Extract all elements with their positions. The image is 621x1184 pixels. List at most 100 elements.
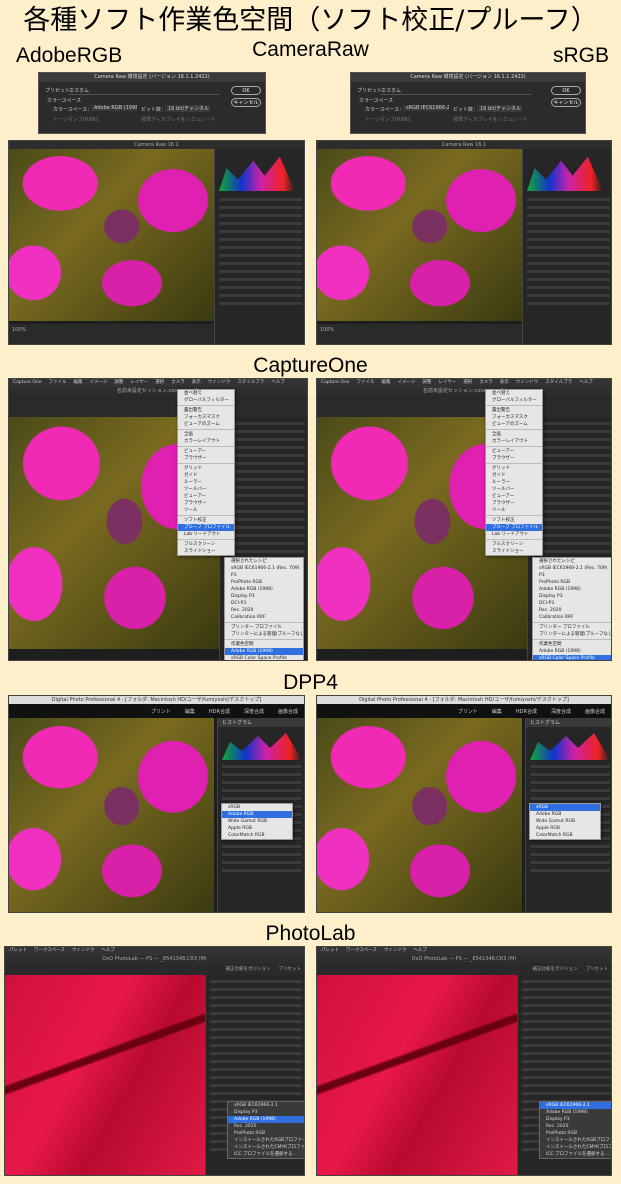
menu-item[interactable]: スライドショー xyxy=(486,548,542,555)
menu-8[interactable]: 表示 xyxy=(500,380,509,385)
tool-row[interactable] xyxy=(532,542,611,545)
correction-row[interactable] xyxy=(210,1076,302,1079)
menu-item[interactable]: プルーフ プロファイル xyxy=(486,524,542,531)
correction-row[interactable] xyxy=(522,1020,611,1023)
menu-11[interactable]: ヘルプ xyxy=(579,380,593,385)
menu-item[interactable]: プルーフ プロファイル xyxy=(178,524,234,531)
simulate-checkbox[interactable]: 標準ディスプレイをシミュレート xyxy=(453,116,528,123)
correction-row[interactable] xyxy=(210,1084,302,1087)
submenu-item[interactable]: Display P3 xyxy=(533,593,611,600)
tool-row[interactable] xyxy=(224,430,305,433)
submenu-item[interactable]: P3 xyxy=(225,572,303,579)
submenu-item[interactable]: ProPhoto RGB xyxy=(225,579,303,586)
menu-0[interactable]: パレット xyxy=(321,948,339,953)
menu-11[interactable]: ヘルプ xyxy=(271,380,285,385)
menu-2[interactable]: ウインドウ xyxy=(72,948,95,953)
menu-5[interactable]: レイヤー xyxy=(438,380,456,385)
submenu-item[interactable]: Display P3 xyxy=(225,593,303,600)
submenu-item[interactable]: Adobe RGB (1998) xyxy=(533,586,611,593)
toolbar-button[interactable]: 補正比較をポジション xyxy=(533,966,578,972)
submenu-item[interactable]: プリンターによる管理(プルーフなし) xyxy=(533,631,611,638)
tool-row[interactable] xyxy=(224,486,305,489)
correction-row[interactable] xyxy=(210,1012,302,1015)
setting-row[interactable] xyxy=(530,765,610,768)
tool-row[interactable] xyxy=(224,542,305,545)
setting-row[interactable] xyxy=(530,853,610,856)
menu-item[interactable]: フルスクリーン xyxy=(178,541,234,548)
tool-row[interactable] xyxy=(224,510,305,513)
slider-row[interactable] xyxy=(219,214,302,217)
tool-row[interactable] xyxy=(224,526,305,529)
colorspace-select[interactable]: sRGB IEC61966-2.1 xyxy=(403,105,449,111)
setting-row[interactable] xyxy=(222,797,302,800)
menu-4[interactable]: 調整 xyxy=(422,380,431,385)
tool-row[interactable] xyxy=(532,462,611,465)
tool-row[interactable] xyxy=(224,446,305,449)
tool-row[interactable] xyxy=(532,534,611,537)
tool-row[interactable] xyxy=(224,494,305,497)
toolbar-button[interactable]: 画像合成 xyxy=(585,708,605,715)
menu-item[interactable]: フルスクリーン xyxy=(486,541,542,548)
correction-row[interactable] xyxy=(210,1068,302,1071)
toolbar-button[interactable]: 深度合成 xyxy=(244,708,264,715)
submenu-item[interactable]: 選択されたレシピ xyxy=(225,558,303,565)
menu-item[interactable]: ビューアー xyxy=(178,493,234,500)
setting-row[interactable] xyxy=(222,845,302,848)
setting-row[interactable] xyxy=(530,789,610,792)
menu-item[interactable]: 全画 xyxy=(178,431,234,438)
tool-row[interactable] xyxy=(224,518,305,521)
slider-row[interactable] xyxy=(219,254,302,257)
slider-row[interactable] xyxy=(527,206,610,209)
slider-row[interactable] xyxy=(527,198,610,201)
dropdown-option[interactable]: Adobe RGB (1998) xyxy=(228,1116,304,1123)
tool-row[interactable] xyxy=(224,470,305,473)
correction-row[interactable] xyxy=(210,996,302,999)
dropdown-option[interactable]: sRGB xyxy=(222,804,292,811)
menu-7[interactable]: カメラ xyxy=(479,380,493,385)
slider-row[interactable] xyxy=(527,222,610,225)
dropdown-option[interactable]: ColorMatch RGB xyxy=(530,832,600,839)
setting-row[interactable] xyxy=(222,853,302,856)
slider-row[interactable] xyxy=(527,246,610,249)
menu-item[interactable]: カラーレイアウト xyxy=(486,438,542,445)
toolbar-button[interactable]: プリセット xyxy=(586,966,609,972)
menu-10[interactable]: スタイルブラ xyxy=(237,380,264,385)
menu-item[interactable]: ルーラー xyxy=(178,479,234,486)
menu-6[interactable]: 選択 xyxy=(155,380,164,385)
dropdown-option[interactable]: インストールされたRGBプロファイル xyxy=(540,1137,611,1144)
preset-select[interactable]: カスタム xyxy=(69,87,219,95)
dropdown-option[interactable]: インストールされたCMYKプロファイル xyxy=(228,1144,304,1151)
slider-row[interactable] xyxy=(527,238,610,241)
tool-row[interactable] xyxy=(532,526,611,529)
slider-row[interactable] xyxy=(219,198,302,201)
toolbar-button[interactable]: HDR合成 xyxy=(516,708,537,715)
slider-row[interactable] xyxy=(219,270,302,273)
menu-7[interactable]: カメラ xyxy=(171,380,185,385)
menu-item[interactable]: ツールバー xyxy=(178,486,234,493)
setting-row[interactable] xyxy=(530,773,610,776)
submenu-item[interactable]: Calibration RRF xyxy=(533,614,611,621)
tool-row[interactable] xyxy=(532,446,611,449)
correction-row[interactable] xyxy=(522,1004,611,1007)
submenu-item[interactable]: プリンターによる管理(プルーフなし) xyxy=(225,631,303,638)
cancel-button[interactable]: キャンセル xyxy=(551,98,581,107)
menu-item[interactable]: ビューアのズーム xyxy=(178,421,234,428)
dropdown-option[interactable]: sRGB IEC61966-2.1 xyxy=(228,1102,304,1109)
menu-item[interactable]: ビューアのズーム xyxy=(486,421,542,428)
toolbar-button[interactable]: 画像合成 xyxy=(278,708,298,715)
slider-row[interactable] xyxy=(219,294,302,297)
menu-9[interactable]: ウインドウ xyxy=(516,380,539,385)
dropdown-option[interactable]: ProPhoto RGB xyxy=(228,1130,304,1137)
submenu-item[interactable]: Adobe RGB (1998) xyxy=(225,648,303,655)
submenu-item[interactable]: 作業色空間 xyxy=(533,641,611,648)
setting-row[interactable] xyxy=(222,773,302,776)
tool-row[interactable] xyxy=(224,550,305,553)
submenu-item[interactable]: sRGB IEC61966-2.1 (Rec. 709) xyxy=(533,565,611,572)
dropdown-option[interactable]: Adobe RGB xyxy=(530,811,600,818)
toolbar-button[interactable]: HDR合成 xyxy=(209,708,230,715)
submenu-item[interactable]: Rec. 2020 xyxy=(533,607,611,614)
dropdown-option[interactable]: Display P3 xyxy=(540,1116,611,1123)
tool-row[interactable] xyxy=(532,502,611,505)
menu-0[interactable]: Capture One xyxy=(13,380,42,385)
submenu-item[interactable]: プリンター プロファイル xyxy=(225,624,303,631)
